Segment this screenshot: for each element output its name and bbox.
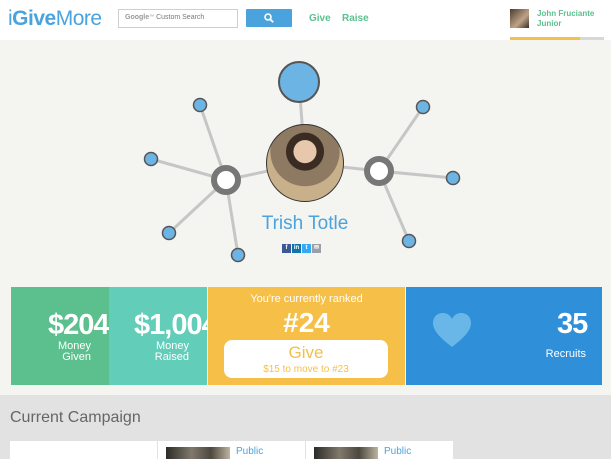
igivemore-logo[interactable]: iGiveMore	[8, 7, 102, 31]
recruit-node[interactable]	[415, 99, 431, 115]
money-raised-tile: $1,004 Money Raised	[109, 287, 218, 385]
recruit-node[interactable]	[161, 225, 177, 241]
recruits-label: Recruits	[545, 348, 586, 360]
money-given-tile: $204 Money Given	[11, 287, 110, 385]
campaign-card[interactable]	[10, 441, 157, 459]
recruit-node[interactable]	[445, 170, 461, 186]
hub-node[interactable]	[211, 165, 241, 195]
top-bar: iGiveMore Google™ Custom Search Give Rai…	[0, 0, 611, 40]
profile-photo[interactable]	[266, 124, 344, 202]
search-input[interactable]: Google™ Custom Search	[118, 9, 238, 28]
money-given-label-line2: Given	[62, 351, 91, 363]
give-button[interactable]: Give $15 to move to #23	[224, 340, 388, 378]
campaign-visibility-label: Public	[236, 446, 264, 457]
twitter-icon[interactable]: t	[302, 244, 311, 253]
search-placeholder: Custom Search	[156, 14, 205, 21]
campaign-thumbnail	[166, 447, 230, 459]
rank-value: #24	[283, 307, 330, 338]
money-raised-label: Money Raised	[131, 341, 189, 363]
logo-text-more: More	[55, 7, 102, 30]
campaign-title: Current Campaign	[10, 409, 141, 426]
campaign-visibility-label: Public	[384, 446, 412, 457]
linkedin-icon[interactable]: in	[292, 244, 301, 253]
hub-node[interactable]	[364, 156, 394, 186]
recruits-value: 35	[557, 308, 588, 340]
nav-give-link[interactable]: Give	[309, 13, 331, 24]
recruits-tile: 35 Recruits	[406, 287, 602, 385]
campaign-card[interactable]: Public	[158, 441, 305, 459]
rank-caption: You're currently ranked	[250, 293, 363, 305]
user-avatar	[510, 9, 529, 28]
money-raised-label-line2: Raised	[154, 351, 189, 363]
email-icon[interactable]: ✉	[312, 244, 321, 253]
money-given-label: Money Given	[33, 341, 91, 363]
profile-name[interactable]: Trish Totle	[250, 213, 360, 235]
search-button[interactable]	[246, 9, 292, 27]
google-brand: Google	[125, 14, 150, 21]
recruit-node[interactable]	[230, 247, 246, 263]
campaign-thumbnail	[314, 447, 378, 459]
heart-icon	[433, 313, 471, 347]
give-button-subtext: $15 to move to #23	[263, 364, 349, 375]
give-button-label: Give	[288, 343, 324, 362]
money-given-value: $204	[48, 309, 110, 341]
logo-text-give: Give	[12, 7, 56, 30]
social-links: f in t ✉	[282, 236, 322, 253]
recruit-node[interactable]	[143, 151, 159, 167]
user-menu[interactable]: John Fruciante Junior	[509, 8, 604, 40]
user-name: John Fruciante Junior	[537, 9, 595, 28]
nav-raise-link[interactable]: Raise	[342, 13, 369, 24]
money-raised-value: $1,004	[134, 309, 218, 341]
parent-node[interactable]	[278, 61, 320, 103]
recruit-node[interactable]	[401, 233, 417, 249]
search-icon	[264, 13, 274, 23]
recruit-node[interactable]	[192, 97, 208, 113]
campaign-card[interactable]: Public	[306, 441, 453, 459]
rank-tile: You're currently ranked #24 Give $15 to …	[208, 287, 405, 385]
facebook-icon[interactable]: f	[282, 244, 291, 253]
